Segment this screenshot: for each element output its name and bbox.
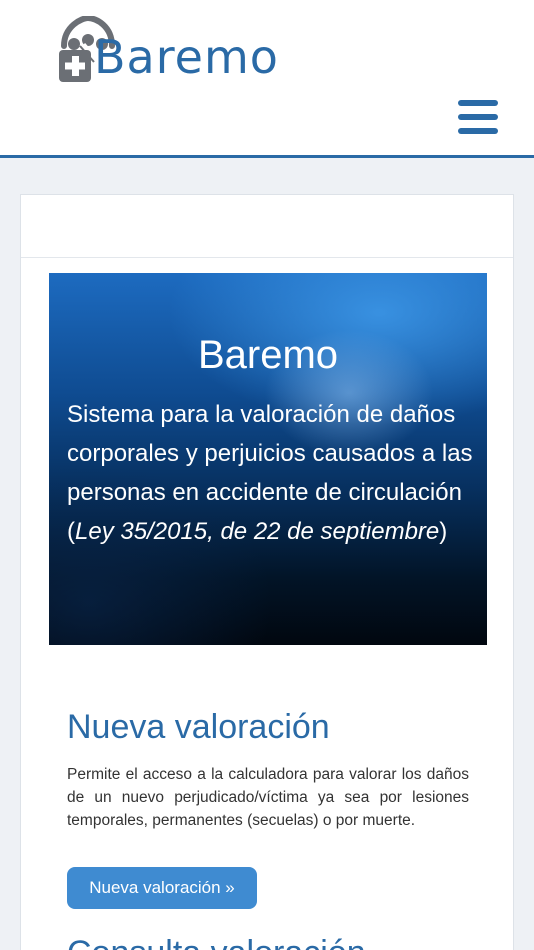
hamburger-menu-icon-bar (458, 114, 498, 120)
hamburger-menu-icon-bar (458, 128, 498, 134)
page: Baremo Baremo Sistema para la valoración… (0, 0, 534, 950)
header: Baremo (0, 0, 534, 158)
hamburger-menu-button[interactable] (458, 100, 498, 134)
nueva-valoracion-description: Permite el acceso a la calculadora para … (67, 766, 469, 829)
hero-title: Baremo (197, 333, 339, 377)
consulta-valoracion-title: Consulta valoración (67, 934, 366, 950)
card-top-bar (21, 195, 513, 258)
nueva-valoracion-button[interactable]: Nueva valoración » (67, 867, 257, 909)
nueva-valoracion-title: Nueva valoración (67, 708, 330, 746)
hero-description-close: ) (439, 518, 448, 545)
hero-description: Sistema para la valoración de daños corp… (67, 395, 477, 551)
logo-text: Baremo (94, 30, 279, 84)
hero-law-reference: Ley 35/2015, de 22 de septiembre (75, 518, 440, 545)
hero-banner: Baremo Sistema para la valoración de dañ… (49, 273, 487, 645)
hamburger-menu-icon-bar (458, 100, 498, 106)
main-card: Baremo Sistema para la valoración de dañ… (20, 194, 514, 950)
logo-link[interactable]: Baremo (58, 16, 278, 86)
